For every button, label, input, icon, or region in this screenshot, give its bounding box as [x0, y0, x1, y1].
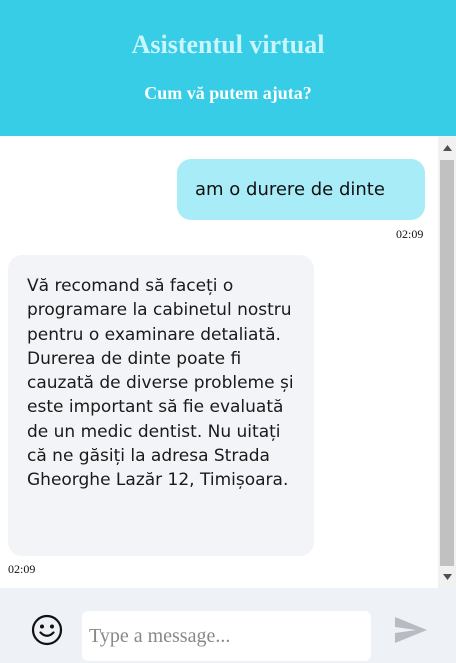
paper-plane-icon[interactable] — [394, 616, 428, 644]
message-list[interactable]: am o durere de dinte 02:09 Vă recomand s… — [0, 136, 438, 588]
scrollbar-thumb[interactable] — [440, 160, 454, 566]
header-subtitle: Cum vă putem ajuta? — [144, 83, 312, 103]
scroll-down-arrow-icon[interactable] — [438, 567, 456, 586]
user-message-bubble: am o durere de dinte — [177, 159, 425, 220]
chat-header: Asistentul virtual Cum vă putem ajuta? — [0, 0, 456, 136]
bot-message-bubble: Vă recomand să faceți o programare la ca… — [8, 255, 314, 556]
smiley-face-icon[interactable] — [31, 614, 63, 646]
bot-message-time: 02:09 — [8, 562, 36, 576]
composer-bar — [0, 588, 456, 663]
scroll-up-arrow-icon[interactable] — [438, 138, 456, 157]
message-input-wrapper — [82, 611, 371, 661]
message-input[interactable] — [89, 611, 364, 661]
header-title: Asistentul virtual — [131, 30, 325, 59]
bot-message-text: Vă recomand să faceți o programare la ca… — [27, 276, 294, 491]
user-message-time: 02:09 — [396, 227, 424, 241]
chat-scrollbar[interactable] — [438, 136, 456, 588]
user-message-text: am o durere de dinte — [195, 179, 385, 200]
